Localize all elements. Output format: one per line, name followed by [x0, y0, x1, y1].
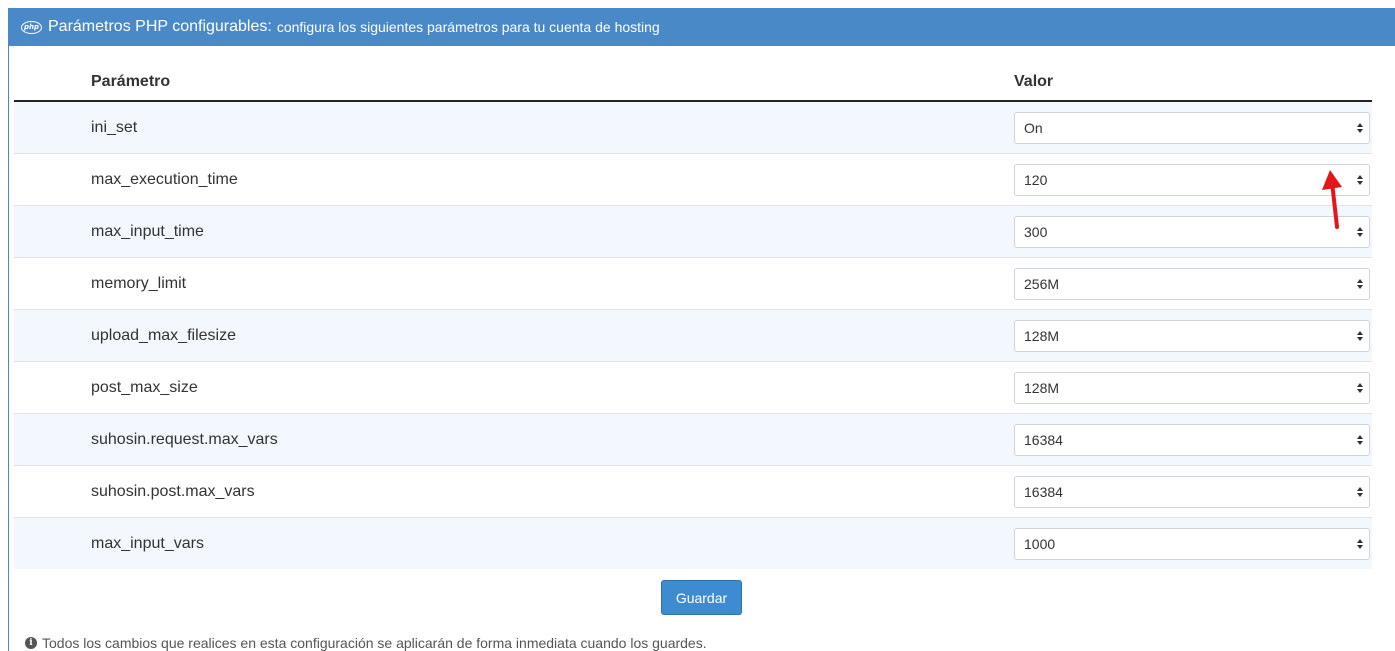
table-row: max_input_time 300 [14, 205, 1372, 258]
select-value: 16384 [1024, 431, 1063, 448]
info-circle-icon: i [25, 637, 37, 649]
table-row: max_execution_time 120 [14, 153, 1372, 206]
parameter-name: max_execution_time [14, 153, 1014, 206]
parameter-name: max_input_vars [14, 517, 1014, 569]
parameter-name: memory_limit [14, 257, 1014, 310]
value-select[interactable]: 128M [1014, 371, 1370, 404]
select-arrows-icon [1357, 537, 1364, 551]
value-select[interactable]: 128M [1014, 319, 1370, 352]
panel-heading: php Parámetros PHP configurables: config… [9, 8, 1395, 46]
table-row: suhosin.request.max_vars 16384 [14, 413, 1372, 466]
select-arrows-icon [1357, 329, 1364, 343]
value-select[interactable]: 256M [1014, 267, 1370, 300]
php-parameters-table: Parámetro Valor ini_set On max_execution… [14, 63, 1372, 569]
select-arrows-icon [1357, 381, 1364, 395]
table-row: suhosin.post.max_vars 16384 [14, 465, 1372, 518]
parameter-name: suhosin.request.max_vars [14, 413, 1014, 466]
parameter-name: ini_set [14, 100, 1014, 154]
value-select[interactable]: 16384 [1014, 423, 1370, 456]
table-row: post_max_size 128M [14, 361, 1372, 414]
select-arrows-icon [1357, 225, 1364, 239]
select-value: 256M [1024, 275, 1060, 292]
value-select[interactable]: 1000 [1014, 527, 1370, 560]
value-select[interactable]: On [1014, 111, 1370, 144]
table-header-row: Parámetro Valor [14, 63, 1372, 102]
select-value: 1000 [1024, 535, 1056, 552]
info-note-text: Todos los cambios que realices en esta c… [42, 635, 707, 651]
column-header-value: Valor [1014, 63, 1372, 102]
select-value: 300 [1024, 223, 1048, 240]
info-note: i Todos los cambios que realices en esta… [25, 635, 707, 651]
table-row: memory_limit 256M [14, 257, 1372, 310]
column-header-parameter: Parámetro [14, 63, 1014, 102]
parameter-name: max_input_time [14, 205, 1014, 258]
select-value: 16384 [1024, 483, 1063, 500]
select-arrows-icon [1357, 277, 1364, 291]
select-arrows-icon [1357, 121, 1364, 135]
red-annotation-arrow-icon [1322, 170, 1342, 229]
panel-title: Parámetros PHP configurables: [48, 18, 272, 35]
table-row: max_input_vars 1000 [14, 517, 1372, 569]
select-value: 120 [1024, 171, 1048, 188]
parameter-name: suhosin.post.max_vars [14, 465, 1014, 518]
select-value: 128M [1024, 327, 1060, 344]
table-row: upload_max_filesize 128M [14, 309, 1372, 362]
php-logo-icon: php [21, 20, 42, 34]
parameter-name: upload_max_filesize [14, 309, 1014, 362]
value-select[interactable]: 16384 [1014, 475, 1370, 508]
parameter-name: post_max_size [14, 361, 1014, 414]
select-value: 128M [1024, 379, 1060, 396]
value-select[interactable]: 300 [1014, 215, 1370, 248]
select-arrows-icon [1357, 173, 1364, 187]
table-row: ini_set On [14, 100, 1372, 154]
value-select[interactable]: 120 [1014, 163, 1370, 196]
panel-subtitle: configura los siguientes parámetros para… [276, 19, 660, 35]
select-arrows-icon [1357, 485, 1364, 499]
save-button[interactable]: Guardar [661, 580, 742, 615]
select-value: On [1024, 119, 1043, 136]
select-arrows-icon [1357, 433, 1364, 447]
